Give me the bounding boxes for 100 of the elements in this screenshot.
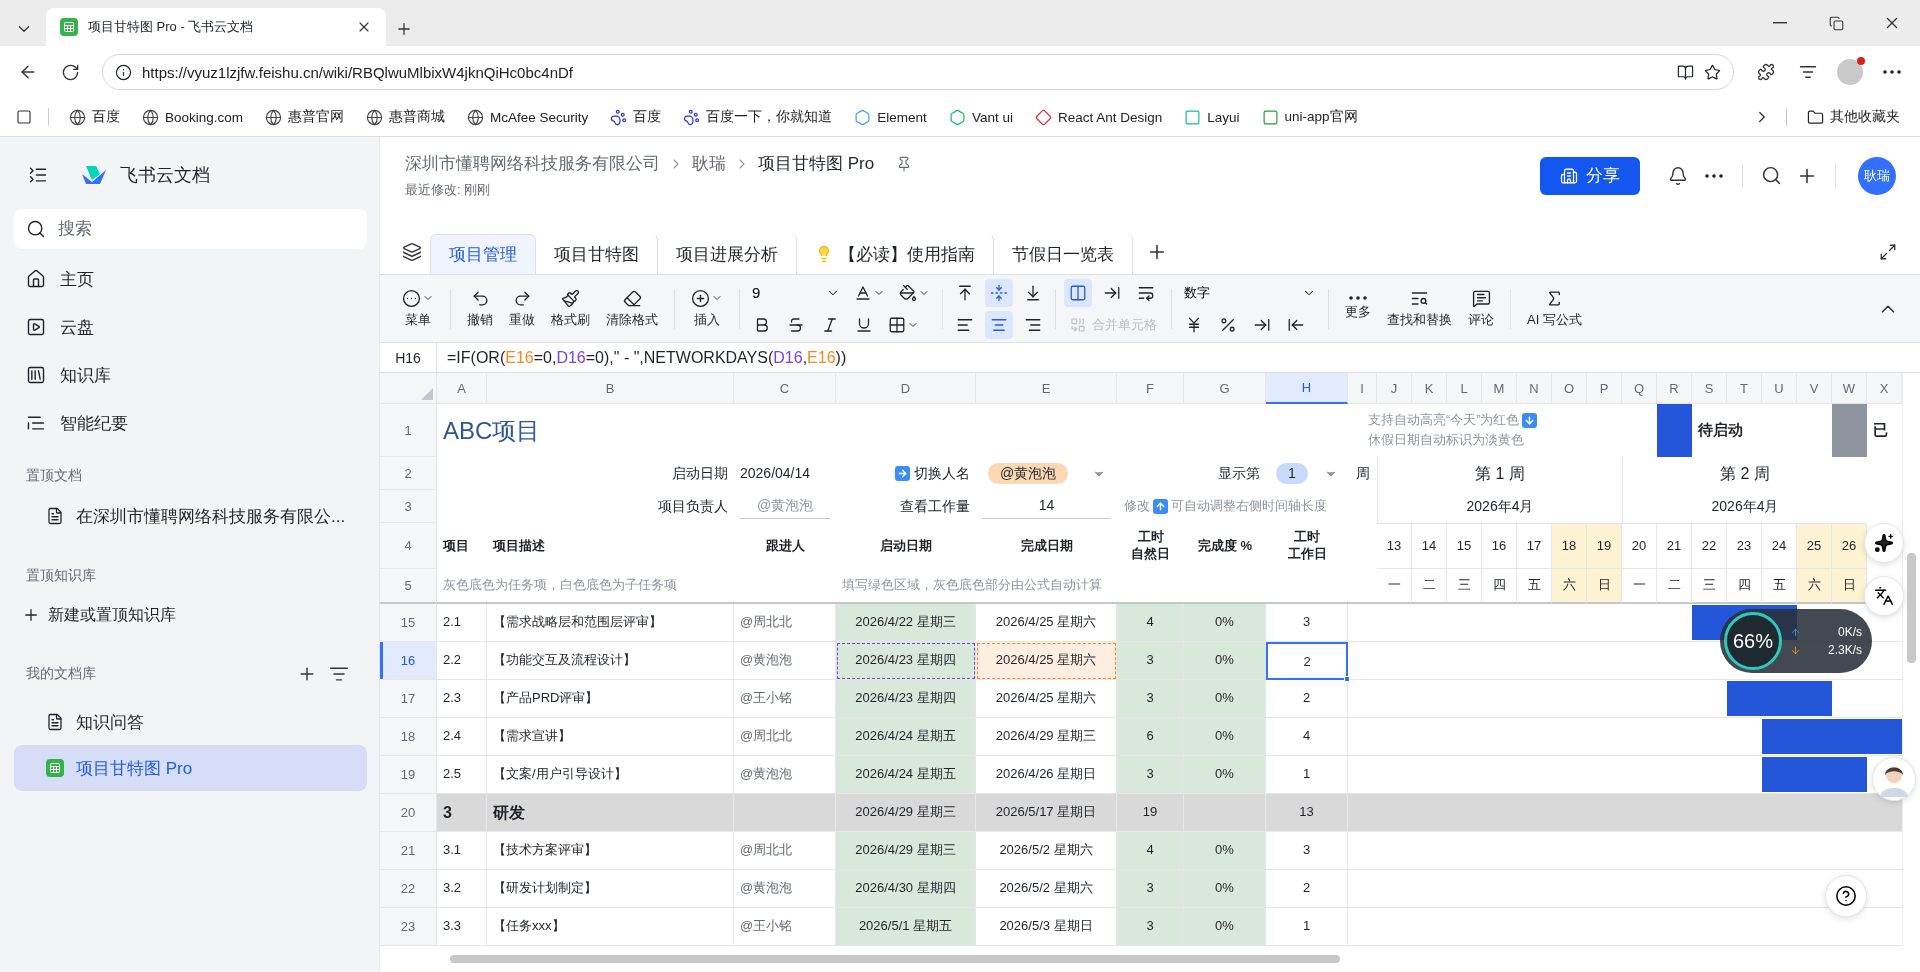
sheet-tab[interactable]: 节假日一览表 — [994, 234, 1133, 274]
number-format-select[interactable]: 数字 — [1180, 278, 1320, 307]
scrollbar-thumb[interactable] — [1907, 553, 1916, 663]
start-date-cell: 2026/4/22 星期三 — [836, 604, 976, 642]
toolbar-button[interactable]: 菜单 — [394, 288, 442, 329]
row-number[interactable]: 22 — [380, 870, 437, 908]
sheet-tab[interactable]: 项目进展分析 — [658, 234, 797, 274]
column-header[interactable]: I — [1348, 373, 1377, 404]
column-header[interactable]: B — [487, 373, 734, 404]
document-item[interactable]: 在深圳市懂聘网络科技服务有限公... — [14, 493, 367, 539]
cell-reference[interactable]: H16 — [380, 343, 437, 372]
start-date-value[interactable]: 2026/04/14 — [734, 457, 836, 490]
column-header[interactable]: M — [1482, 373, 1517, 404]
column-header[interactable]: T — [1727, 373, 1762, 404]
sheet-tab[interactable]: 【必读】使用指南 — [797, 234, 994, 274]
workdays-cell[interactable]: 2 — [1266, 642, 1348, 680]
row-number[interactable]: 1 — [380, 404, 437, 457]
workload-field[interactable]: 14 — [982, 494, 1111, 519]
column-header[interactable]: P — [1587, 373, 1622, 404]
row-number[interactable]: 15 — [380, 604, 437, 642]
column-header[interactable]: H — [1266, 373, 1348, 404]
toolbar-button[interactable]: 清除格式 — [598, 288, 666, 329]
column-header[interactable]: Q — [1622, 373, 1657, 404]
font-size-select[interactable]: 9 — [748, 278, 844, 307]
week-select[interactable]: 1 — [1276, 462, 1308, 485]
sheet-tab[interactable]: 项目甘特图 — [536, 234, 658, 274]
toolbar-button[interactable]: 插入 — [683, 288, 731, 329]
bookmark[interactable]: Layui — [1174, 104, 1250, 130]
user-avatar[interactable]: 耿瑞 — [1858, 156, 1896, 195]
column-header[interactable]: A — [437, 373, 487, 404]
column-header[interactable]: X — [1867, 373, 1902, 404]
nav-item[interactable]: 智能纪要 — [14, 399, 367, 447]
column-header[interactable]: L — [1447, 373, 1482, 404]
breadcrumb-link[interactable]: 耿瑞 — [692, 152, 726, 175]
column-header[interactable]: C — [734, 373, 836, 404]
browser-tab[interactable]: 项目甘特图 Pro - 飞书云文档 — [46, 8, 386, 46]
help-button[interactable] — [1825, 875, 1867, 917]
column-header[interactable]: V — [1797, 373, 1832, 404]
row-number[interactable]: 19 — [380, 756, 437, 794]
fill-handle[interactable] — [1344, 676, 1350, 682]
row-number[interactable]: 23 — [380, 908, 437, 946]
sheet-tab[interactable]: 项目管理 — [430, 234, 536, 274]
column-header[interactable]: E — [976, 373, 1117, 404]
row-number[interactable]: 4 — [380, 523, 437, 569]
column-header[interactable]: W — [1832, 373, 1867, 404]
bookmark[interactable]: 惠普官网 — [255, 104, 355, 130]
nav-item[interactable]: 主页 — [14, 255, 367, 303]
bookmark[interactable]: React Ant Design — [1024, 104, 1173, 130]
bookmark[interactable]: Vant ui — [938, 104, 1023, 130]
row-number[interactable]: 2 — [380, 457, 437, 490]
document-item[interactable]: 知识问答 — [14, 699, 367, 745]
new-wiki-link[interactable]: 新建或置顶知识库 — [14, 593, 367, 637]
row-number[interactable]: 20 — [380, 794, 437, 832]
document-item[interactable]: 项目甘特图 Pro — [14, 745, 367, 791]
column-header[interactable]: F — [1117, 373, 1184, 404]
nav-item[interactable]: 知识库 — [14, 351, 367, 399]
bookmark[interactable]: Element — [844, 104, 937, 130]
address-field[interactable]: https://vyuz1lzjfw.feishu.cn/wiki/RBQlwuMlbixW4jknQiHc0bc4nDf — [102, 54, 1734, 90]
toolbar-button[interactable]: AI 写公式 — [1519, 288, 1590, 329]
sparkles-icon — [1874, 533, 1894, 553]
nav-item[interactable]: 云盘 — [14, 303, 367, 351]
ai-assistant-button[interactable] — [1864, 523, 1904, 563]
bookmark-folder[interactable]: 其他收藏夹 — [1797, 104, 1910, 130]
column-header[interactable]: R — [1657, 373, 1692, 404]
column-header[interactable]: J — [1377, 373, 1412, 404]
breadcrumb-link[interactable]: 项目甘特图 Pro — [758, 152, 875, 175]
row-number[interactable]: 18 — [380, 718, 437, 756]
row-number[interactable]: 17 — [380, 680, 437, 718]
column-header[interactable]: S — [1692, 373, 1727, 404]
share-button[interactable]: 分享 — [1540, 156, 1640, 195]
toolbar-button[interactable]: 格式刷 — [543, 288, 598, 329]
column-header[interactable]: G — [1184, 373, 1266, 404]
bookmark[interactable]: Booking.com — [132, 104, 254, 130]
column-header[interactable]: K — [1412, 373, 1447, 404]
column-header[interactable]: O — [1552, 373, 1587, 404]
column-header[interactable]: U — [1762, 373, 1797, 404]
toolbar-button[interactable]: 撤销 — [459, 288, 501, 329]
toolbar-button[interactable]: 评论 — [1460, 288, 1502, 329]
person-select[interactable]: @黄泡泡 — [988, 462, 1069, 485]
translate-button[interactable] — [1864, 576, 1904, 616]
search-field[interactable]: 搜索 — [14, 209, 367, 249]
bookmark[interactable]: uni-app官网 — [1251, 104, 1368, 130]
row-number[interactable]: 16 — [380, 642, 437, 680]
row-number[interactable]: 5 — [380, 569, 437, 604]
toolbar-button[interactable]: 更多 — [1337, 296, 1379, 321]
toolbar-button[interactable]: 查找和替换 — [1379, 288, 1460, 329]
bookmark[interactable]: 百度 — [59, 104, 130, 130]
column-header[interactable]: N — [1517, 373, 1552, 404]
column-header[interactable]: D — [836, 373, 976, 404]
folder-icon — [1807, 108, 1824, 126]
bookmark[interactable]: 百度 — [600, 104, 672, 130]
bookmark[interactable]: 惠普商城 — [356, 104, 456, 130]
row-number[interactable]: 3 — [380, 490, 437, 523]
scrollbar-thumb[interactable] — [450, 955, 1340, 963]
breadcrumb-link[interactable]: 深圳市懂聘网络科技服务有限公司 — [405, 152, 660, 175]
bookmark[interactable]: McAfee Security — [457, 104, 599, 130]
row-number[interactable]: 21 — [380, 832, 437, 870]
bookmark[interactable]: 百度一下，你就知道 — [673, 104, 843, 130]
toolbar-button[interactable]: 重做 — [501, 288, 543, 329]
formula-text[interactable]: =IF(OR(E16=0,D16=0)," - ",NETWORKDAYS(D16,E16)) — [437, 348, 847, 367]
